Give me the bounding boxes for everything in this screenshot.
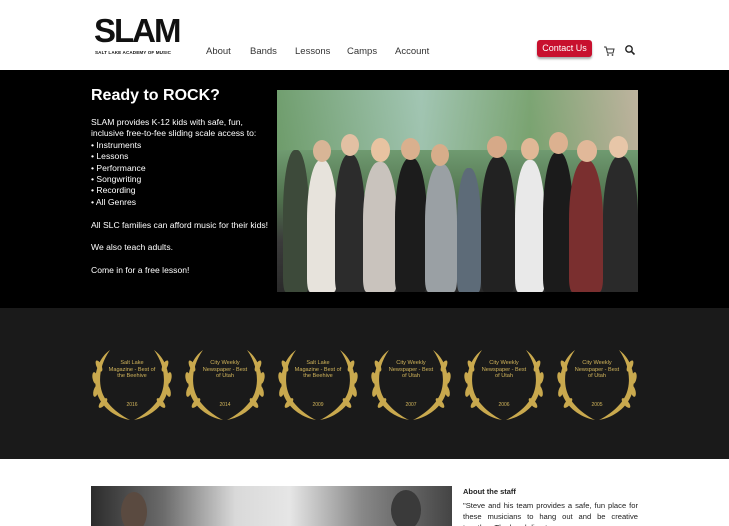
laurel-wreath-icon	[185, 350, 265, 420]
hero-cta-text: Come in for a free lesson!	[91, 265, 190, 276]
staff-section: About the staff "Steve and his team prov…	[0, 459, 729, 526]
hero-families-text: All SLC families can afford music for th…	[91, 219, 269, 230]
award-year: 2007	[405, 402, 417, 408]
award-title: Salt Lake Magazine - Best of the Beehive	[108, 360, 156, 380]
award-year: 2009	[312, 402, 324, 408]
hero-bullet: • Lessons	[91, 151, 129, 162]
award-year: 2006	[498, 402, 510, 408]
award-title: City Weekly Newspaper - Best of Utah	[574, 360, 620, 380]
hero-intro: SLAM provides K-12 kids with safe, fun, …	[91, 117, 257, 139]
staff-heading: About the staff	[463, 487, 516, 496]
laurel-wreath-icon	[464, 350, 544, 420]
search-icon[interactable]	[624, 43, 636, 56]
hero-bullet: • All Genres	[91, 196, 137, 207]
hero-title: Ready to ROCK?	[91, 87, 220, 104]
slam-logo[interactable]: SLAM SALT LAKE ACADEMY OF MUSIC	[94, 12, 184, 58]
site-header: SLAM SALT LAKE ACADEMY OF MUSIC About Ba…	[0, 0, 729, 70]
award-year: 2016	[126, 402, 138, 408]
hero-bullet: • Instruments	[91, 139, 142, 150]
band-group-photo	[277, 90, 638, 292]
hero-section: Ready to ROCK? SLAM provides K-12 kids w…	[0, 70, 729, 308]
hero-description: SLAM provides K-12 kids with safe, fun, …	[91, 117, 276, 277]
hero-bullet: • Songwriting	[91, 174, 142, 185]
award-title: Salt Lake Magazine - Best of the Beehive	[294, 360, 342, 380]
award-laurel: City Weekly Newspaper - Best of Utah 200…	[462, 346, 546, 422]
laurel-wreath-icon	[557, 350, 637, 420]
hero-bullet: • Recording	[91, 185, 136, 196]
laurel-wreath-icon	[92, 350, 172, 420]
award-title: City Weekly Newspaper - Best of Utah	[481, 360, 527, 380]
nav-account[interactable]: Account	[395, 46, 429, 57]
award-year: 2005	[591, 402, 603, 408]
awards-section: Salt Lake Magazine - Best of the Beehive…	[0, 308, 729, 459]
contact-us-button[interactable]: Contact Us	[537, 40, 592, 57]
award-year: 2014	[219, 402, 231, 408]
cart-icon[interactable]	[603, 44, 615, 56]
award-laurel: City Weekly Newspaper - Best of Utah 201…	[183, 346, 267, 422]
nav-lessons[interactable]: Lessons	[295, 46, 330, 57]
nav-camps[interactable]: Camps	[347, 46, 377, 57]
award-laurel: Salt Lake Magazine - Best of the Beehive…	[276, 346, 360, 422]
award-title: City Weekly Newspaper - Best of Utah	[388, 360, 434, 380]
award-laurel: Salt Lake Magazine - Best of the Beehive…	[90, 346, 174, 422]
staff-quote: "Steve and his team provides a safe, fun…	[463, 501, 638, 526]
nav-about[interactable]: About	[206, 46, 231, 57]
laurel-wreath-icon	[371, 350, 451, 420]
staff-photo	[91, 486, 452, 526]
award-laurel: City Weekly Newspaper - Best of Utah 200…	[555, 346, 639, 422]
hero-bullet: • Performance	[91, 162, 146, 173]
award-title: City Weekly Newspaper - Best of Utah	[202, 360, 248, 380]
laurel-wreath-icon	[278, 350, 358, 420]
logo-wordmark: SLAM	[94, 12, 181, 49]
hero-adults-text: We also teach adults.	[91, 242, 174, 253]
logo-subtitle: SALT LAKE ACADEMY OF MUSIC	[95, 50, 172, 55]
nav-bands[interactable]: Bands	[250, 46, 277, 57]
award-laurel: City Weekly Newspaper - Best of Utah 200…	[369, 346, 453, 422]
